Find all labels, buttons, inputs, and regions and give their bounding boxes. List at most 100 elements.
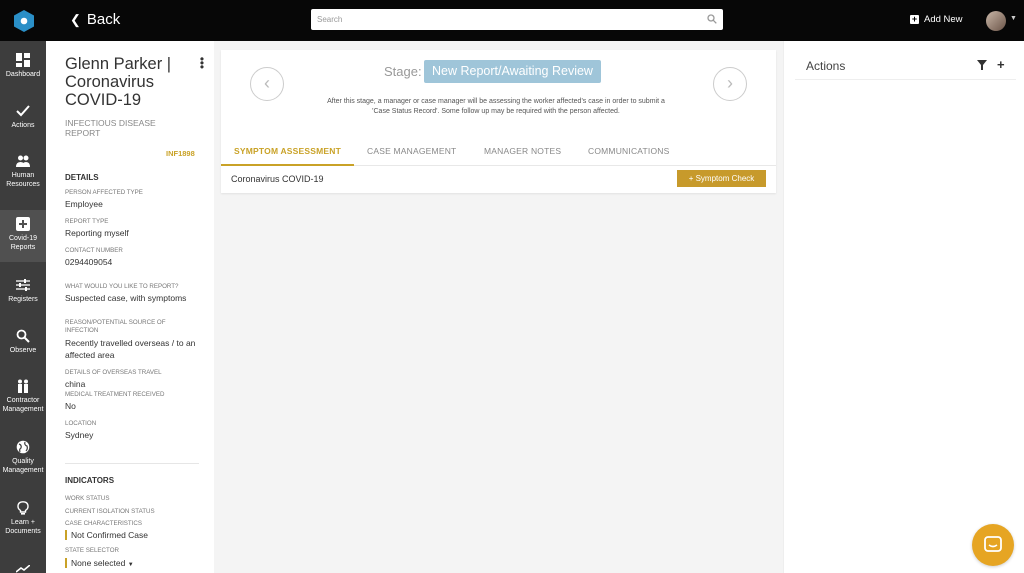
back-label: Back	[86, 11, 121, 28]
nav-item-label: Resources	[6, 181, 40, 188]
chevron-right-icon: ›	[727, 73, 733, 93]
divider	[65, 463, 199, 464]
kebab-menu-icon[interactable]: • • •	[199, 53, 205, 73]
field-value: Suspected case, with symptoms	[65, 293, 187, 303]
nav-item-label: Contractor	[6, 397, 40, 404]
nav-item-observe[interactable]: Observe	[0, 329, 46, 355]
field-label: MEDICAL TREATMENT RECEIVED	[65, 391, 165, 398]
case-characteristics-label: CASE CHARACTERISTICS	[65, 520, 143, 527]
tab-manager-notes[interactable]: MANAGER NOTES	[484, 146, 561, 156]
nav-item-label: Documents	[5, 528, 41, 535]
chevron-left-icon: ‹	[264, 73, 270, 93]
field-label: LOCATION	[65, 420, 97, 427]
nav-item-label: Covid-19	[8, 235, 37, 242]
stage-card: ‹ › Stage: New Report/Awaiting Review Af…	[221, 50, 776, 193]
field-value: china	[65, 379, 86, 389]
nav-item-label: Management	[2, 406, 44, 413]
app-logo-icon[interactable]	[14, 10, 34, 32]
stage-label: Stage:	[384, 64, 422, 79]
nav-sidebar: Dashboard Actions Human Resources Covid-…	[0, 41, 46, 573]
nav-item-quality-management[interactable]: Quality Management	[0, 440, 46, 475]
chat-button[interactable]	[972, 524, 1014, 566]
field-label: REASON/POTENTIAL SOURCE OF INFECTION	[65, 319, 166, 334]
nav-item-dashboard[interactable]: Dashboard	[0, 53, 46, 79]
nav-item-label: Registers	[8, 296, 38, 303]
nav-item-covid-reports[interactable]: Covid-19 Reports	[0, 210, 46, 262]
search-icon[interactable]	[707, 14, 717, 24]
stage-description: After this stage, a manager or case mana…	[327, 98, 665, 115]
field-value: Sydney	[65, 430, 94, 440]
chat-icon	[984, 536, 1002, 552]
report-subtitle: INFECTIOUS DISEASE REPORT	[65, 118, 156, 138]
tab-communications[interactable]: COMMUNICATIONS	[588, 146, 670, 156]
report-reference: INF1898	[166, 149, 195, 158]
stage-badge: New Report/Awaiting Review	[424, 60, 601, 83]
tab-symptom-assessment[interactable]: SYMPTOM ASSESSMENT	[234, 146, 341, 156]
detail-panel: Glenn Parker | Coronavirus COVID-19 • • • …	[46, 41, 214, 573]
work-status-label: WORK STATUS	[65, 495, 110, 502]
case-characteristics-value: Not Confirmed Case	[65, 530, 148, 540]
field-value: No	[65, 401, 76, 411]
symptom-check-button[interactable]: + Symptom Check	[677, 170, 766, 187]
field-value: 0294409054	[65, 257, 113, 267]
nav-item-actions[interactable]: Actions	[0, 104, 46, 130]
chevron-left-icon: ❮	[70, 11, 81, 27]
nav-item-label: Quality	[12, 458, 34, 465]
trend-icon[interactable]	[16, 565, 30, 573]
nav-item-registers[interactable]: Registers	[0, 278, 46, 304]
field-value: Recently travelled overseas / to an affe…	[65, 338, 196, 360]
nav-item-label: Human	[11, 172, 35, 179]
actions-header: Actions +	[795, 54, 1016, 80]
add-new-button[interactable]: + Add New	[910, 14, 963, 25]
back-button[interactable]: ❮ Back	[70, 11, 120, 28]
add-action-icon[interactable]: +	[997, 57, 1005, 72]
nav-item-label: Reports	[10, 244, 36, 251]
tab-bar: SYMPTOM ASSESSMENT CASE MANAGEMENT MANAG…	[221, 141, 776, 166]
nav-item-label: Learn +	[11, 519, 35, 526]
plus-box-icon	[16, 217, 30, 231]
field-label: CONTACT NUMBER	[65, 247, 123, 254]
nav-item-label: Management	[2, 467, 44, 474]
nav-item-label: Dashboard	[5, 71, 41, 78]
state-selector-label: STATE SELECTOR	[65, 547, 119, 554]
nav-item-label: Observe	[9, 347, 37, 354]
sliders-icon	[16, 279, 30, 291]
isolation-status-label: CURRENT ISOLATION STATUS	[65, 508, 155, 515]
actions-panel: Actions +	[783, 41, 1024, 573]
filter-icon[interactable]	[977, 60, 987, 70]
top-bar: ❮ Back + Add New ▼	[0, 0, 1024, 41]
symptom-name: Coronavirus COVID-19	[231, 174, 324, 184]
workers-icon	[18, 379, 28, 393]
nav-item-contractor-management[interactable]: Contractor Management	[0, 379, 46, 414]
field-label: DETAILS OF OVERSEAS TRAVEL	[65, 369, 162, 376]
add-new-label: Add New	[924, 14, 963, 25]
bulb-icon	[17, 501, 29, 515]
nav-item-human-resources[interactable]: Human Resources	[0, 154, 46, 189]
symptom-row: Coronavirus COVID-19 + Symptom Check	[221, 166, 776, 193]
grid-icon	[16, 53, 30, 67]
search-icon	[16, 329, 30, 343]
search-bar[interactable]	[311, 9, 723, 30]
state-selector-dropdown[interactable]: None selected ▼	[65, 558, 134, 568]
next-stage-button[interactable]: ›	[713, 67, 747, 101]
people-icon	[16, 155, 30, 167]
actions-title: Actions	[806, 59, 846, 73]
chevron-down-icon: ▼	[127, 562, 134, 568]
chevron-down-icon[interactable]: ▼	[1010, 15, 1017, 22]
field-label: REPORT TYPE	[65, 218, 109, 225]
tab-case-management[interactable]: CASE MANAGEMENT	[367, 146, 456, 156]
details-heading: DETAILS	[65, 173, 99, 182]
search-input[interactable]	[311, 9, 691, 30]
avatar[interactable]	[986, 11, 1006, 31]
report-title: Glenn Parker | Coronavirus COVID-19	[65, 55, 172, 109]
prev-stage-button[interactable]: ‹	[250, 67, 284, 101]
check-icon	[16, 105, 30, 117]
field-label: WHAT WOULD YOU LIKE TO REPORT?	[65, 283, 179, 290]
plus-icon: +	[910, 14, 919, 24]
nav-item-label: Actions	[11, 122, 35, 129]
nav-item-learn-documents[interactable]: Learn + Documents	[0, 501, 46, 536]
globe-icon	[16, 440, 30, 454]
field-value: Reporting myself	[65, 228, 129, 238]
state-selector-value: None selected	[71, 558, 126, 568]
field-label: PERSON AFFECTED TYPE	[65, 189, 143, 196]
